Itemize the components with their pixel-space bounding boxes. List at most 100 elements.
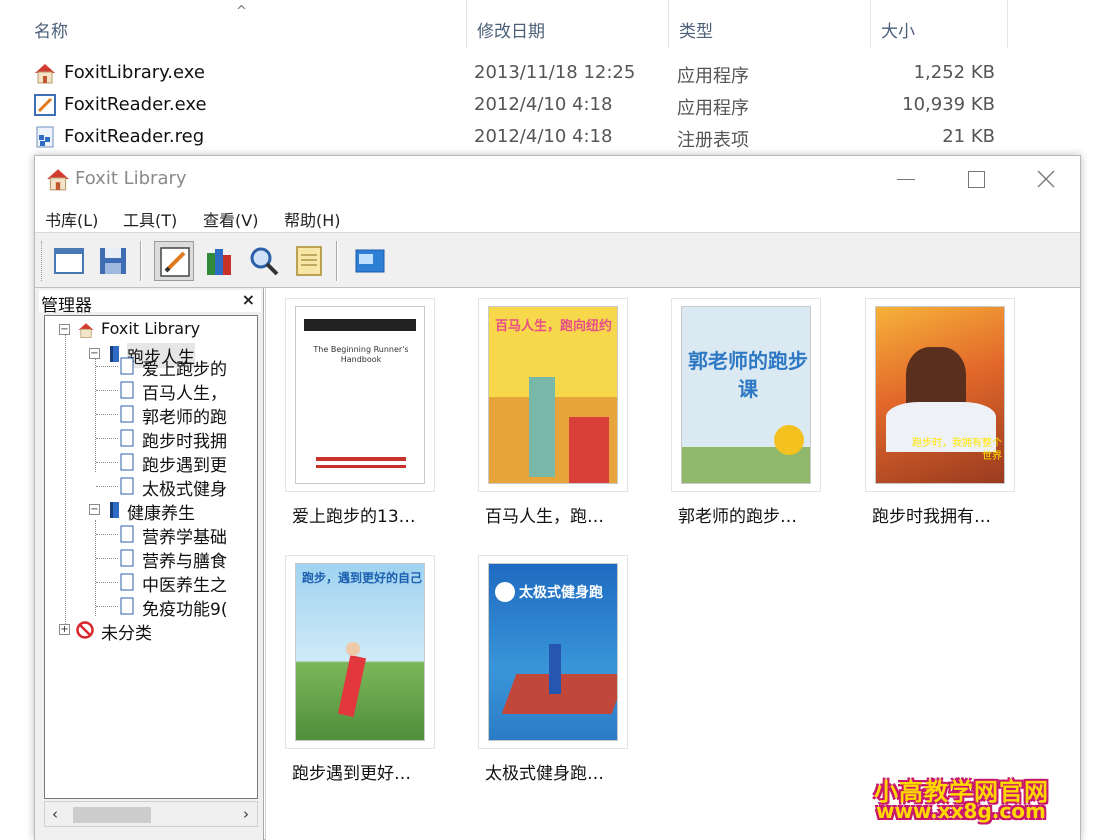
document-icon [120,429,134,447]
column-header-modified[interactable]: 修改日期 [466,0,668,48]
document-icon [120,549,134,567]
book-title: 跑步遇到更好… [292,764,411,784]
file-row[interactable]: FoxitReader.exe 2012/4/10 4:18 应用程序 10,9… [30,90,1030,120]
foxit-library-house-icon [35,64,55,84]
foxit-library-window: Foxit Library 书库(L) 工具(T) 查看(V) 帮助(H) 管理… [34,155,1081,840]
menu-view[interactable]: 查看(V) [203,207,258,231]
save-icon [100,248,126,274]
edit-pen-icon [160,247,190,277]
tree-group-health[interactable]: − 健康养生 [89,499,257,524]
book-cover: 太极式健身跑 [488,563,618,741]
book-cover: The Beginning Runner's Handbook [295,306,425,484]
tree-item[interactable]: 爱上跑步的 [118,355,257,380]
file-row[interactable]: FoxitReader.reg 2012/4/10 4:18 注册表项 21 K… [30,122,1030,152]
tree-item[interactable]: 跑步遇到更 [118,451,257,476]
site-watermark-logo: 小高教学网官网 www.xx8g.com [874,778,1049,823]
scroll-left-icon[interactable]: ‹ [52,805,58,823]
book-title: 跑步时我拥有… [872,507,991,527]
book-item[interactable]: 跑步，遇到更好的自己 跑步遇到更好… [285,555,450,815]
book-item[interactable]: 百马人生，跑向纽约 百马人生，跑… [478,298,643,558]
search-icon [250,247,279,276]
document-icon [120,573,134,591]
foxit-library-house-icon [47,169,69,191]
file-row[interactable]: FoxitLibrary.exe 2013/11/18 12:25 应用程序 1… [30,58,1030,88]
toolbar-new-button[interactable] [49,241,89,281]
tree-uncategorized[interactable]: + 未分类 [59,619,257,644]
column-header-size[interactable]: 大小 [870,0,1008,48]
tree-root[interactable]: − Foxit Library [59,319,257,341]
maximize-button[interactable] [953,164,999,194]
close-button[interactable] [1023,164,1069,194]
document-icon [120,357,134,375]
new-window-icon [54,248,84,274]
collapse-icon[interactable]: − [89,348,100,359]
tree-item[interactable]: 跑步时我拥 [118,427,257,452]
no-entry-icon [76,621,94,639]
foxit-library-house-icon [78,323,94,338]
expand-icon[interactable]: + [59,624,70,635]
notes-icon [296,246,322,276]
foxit-reader-pen-icon [34,94,56,116]
document-icon [120,453,134,471]
toolbar-search-button[interactable] [244,241,284,281]
book-cover: 郭老师的跑步课 [681,306,811,484]
document-icon [120,477,134,495]
title-bar[interactable]: Foxit Library [35,156,1080,202]
minimize-button[interactable] [883,164,929,194]
book-item[interactable]: 郭老师的跑步课 郭老师的跑步… [671,298,836,558]
book-cover: 跑步，遇到更好的自己 [295,563,425,741]
document-icon [120,405,134,423]
menu-library[interactable]: 书库(L) [45,207,98,231]
tree-item[interactable]: 免疫功能9( [118,595,257,620]
book-item[interactable]: 太极式健身跑 太极式健身跑… [478,555,643,815]
screen-icon [355,249,385,273]
file-explorer-list: 名称 ^ 修改日期 类型 大小 FoxitLibrary.exe 2013/11… [0,0,1095,160]
book-cover: 百马人生，跑向纽约 [488,306,618,484]
toolbar-books-button[interactable] [199,241,239,281]
book-title: 太极式健身跑… [485,764,604,784]
book-cover: 跑步时，我拥有整个世界 [875,306,1005,484]
toolbar [35,232,1080,288]
toolbar-screen-button[interactable] [350,241,390,281]
scroll-right-icon[interactable]: › [243,805,249,823]
toolbar-notes-button[interactable] [289,241,329,281]
book-item[interactable]: The Beginning Runner's Handbook 爱上跑步的13… [285,298,450,558]
tree-item[interactable]: 郭老师的跑 [118,403,257,428]
manager-close-button[interactable]: × [242,290,255,309]
tree-item[interactable]: 中医养生之 [118,571,257,596]
collapse-icon[interactable]: − [59,324,70,335]
document-icon [120,597,134,615]
manager-title: 管理器 [41,296,92,316]
collapse-icon[interactable]: − [89,504,100,515]
window-title: Foxit Library [75,168,187,189]
column-header-type[interactable]: 类型 [668,0,870,48]
tree-item[interactable]: 百马人生， [118,379,257,404]
menu-help[interactable]: 帮助(H) [284,207,341,231]
book-grid: The Beginning Runner's Handbook 爱上跑步的13…… [265,288,1080,840]
document-icon [120,525,134,543]
book-group-icon [110,502,119,518]
tree-item[interactable]: 营养学基础 [118,523,257,548]
toolbar-separator [336,241,338,281]
tree-item[interactable]: 营养与膳食 [118,547,257,572]
toolbar-save-button[interactable] [93,241,133,281]
close-icon [1037,170,1055,188]
menu-tools[interactable]: 工具(T) [123,207,177,231]
toolbar-edit-button[interactable] [154,241,194,281]
registry-file-icon [36,126,54,148]
library-tree[interactable]: − Foxit Library − 跑步人生 爱上跑步的 百马人生， 郭老师的跑… [44,315,258,799]
manager-header: 管理器 × [39,290,261,316]
document-icon [120,381,134,399]
book-title: 郭老师的跑步… [678,507,797,527]
tree-horizontal-scrollbar[interactable]: ‹ › [44,801,258,827]
manager-pane: 管理器 × − Foxit Library − 跑步人生 爱上跑步的 百马人生，… [35,288,264,840]
toolbar-grip[interactable] [41,241,44,281]
toolbar-separator [140,241,142,281]
scrollbar-thumb[interactable] [73,807,151,823]
books-icon [207,249,231,275]
book-item[interactable]: 跑步时，我拥有整个世界 跑步时我拥有… [865,298,1030,558]
book-title: 百马人生，跑… [485,507,604,527]
tree-item[interactable]: 太极式健身 [118,475,257,500]
book-title: 爱上跑步的13… [292,507,416,527]
sort-ascending-icon: ^ [236,4,247,19]
